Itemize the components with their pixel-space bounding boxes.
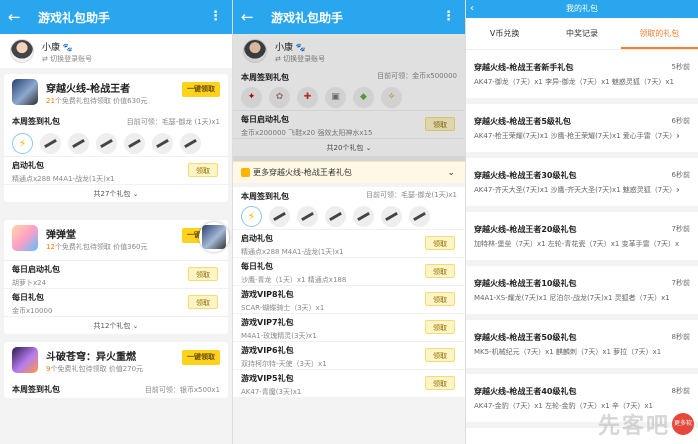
claim-button[interactable]: 领取 [425,320,455,334]
claim-button[interactable]: 领取 [188,295,218,309]
weapon-icon[interactable] [409,205,430,227]
back-arrow-icon[interactable]: ← [241,8,261,26]
switch-account-link[interactable]: ⇄ 切换登录账号 [42,54,92,64]
weapon-icon[interactable] [269,205,290,227]
checkin-header: 本周签到礼包 目前可领：毛瑟-御龙(1天)x1 [241,191,457,201]
claim-button[interactable]: 领取 [425,292,455,306]
more-gifts-bar[interactable]: 更多穿越火线-枪战王者礼包 ⌄ [233,161,465,183]
show-all-gifts[interactable]: 共27个礼包 ⌄ [4,184,228,202]
list-item: 游戏VIP5礼包 AK47-青魔(3天)x1 领取 [233,369,465,397]
watermark-badge: 更多软件 [672,413,694,444]
panel-my-gifts: ‹ 我的礼包 V币兑换 中奖记录 领取的礼包 穿越火线-枪战王者新手礼包 5秒前… [466,0,698,444]
more-menu-icon[interactable]: ⋮ [442,9,455,24]
gift-icon [241,168,250,177]
table-row[interactable]: 穿越火线-枪战王者5级礼包 6秒前 AK47-枪王荣耀(7天)x1 沙鹰-枪王荣… [466,104,698,158]
claim-button[interactable]: 领取 [425,236,455,250]
floating-game-button[interactable] [199,222,229,252]
game-gift-summary: 21个免费礼包待领取 价值630元 [46,97,148,105]
list-item: 游戏VIP8礼包 SCAR-蝴蝶骑士（3天）x1 领取 [233,285,465,313]
page-title: 我的礼包 [566,4,598,13]
weapon-icon[interactable] [297,205,318,227]
table-row[interactable]: 穿越火线-枪战王者30级礼包 6秒前 AK47-齐天大圣(7天)x1 沙鹰-齐天… [466,158,698,212]
chevron-down-icon: ⌄ [132,190,139,198]
checkin-header: 本周签到礼包 目前可领：毛瑟-御龙 (1天)x1 [12,117,220,126]
claim-button[interactable]: 领取 [425,376,455,390]
weapon-icon[interactable] [68,132,89,154]
one-key-claim-button[interactable]: 一键领取 [182,82,220,97]
app-title: 游戏礼包助手 [38,10,111,25]
back-arrow-icon[interactable]: ← [8,8,28,26]
game-gift-summary: 12个免费礼包待领取 价值360元 [46,243,148,251]
weapon-icon[interactable] [152,132,173,154]
tab-bar: V币兑换 中奖记录 领取的礼包 [466,18,698,50]
paw-icon: 🐾 [62,43,73,52]
game-icon [12,347,38,373]
claim-button[interactable]: 领取 [425,264,455,278]
table-row[interactable]: 穿越火线-枪战王者新手礼包 5秒前 AK47-御龙（7天）x1 李异-御龙（7天… [466,50,698,104]
chevron-down-icon: ⌄ [132,322,139,330]
panel-gift-list: ← 游戏礼包助手 ⋮ 小康 🐾 ⇄ 切换登录账号 穿越火线-枪战王者 21个免费… [0,0,232,444]
lightning-icon[interactable]: ⚡ [241,205,262,227]
app-bar: ← 游戏礼包助手 ⋮ [0,0,232,34]
weapon-icon[interactable] [40,132,61,154]
show-all-gifts[interactable]: 共12个礼包 ⌄ [4,316,228,334]
one-key-claim-button[interactable]: 一键领取 [182,350,220,365]
game-name: 穿越火线-枪战王者 [46,84,131,95]
app-bar: ← 游戏礼包助手 ⋮ [233,0,465,34]
game-name: 弹弹堂 [46,230,76,241]
list-item: 启动礼包 精通点x288 M4A1-战龙(1天)x1 领取 [4,156,228,184]
app-bar: ‹ 我的礼包 [466,0,698,18]
game-icon [12,225,38,251]
tab-prize-records[interactable]: 中奖记录 [543,18,620,49]
checkin-items: ⚡ [233,203,465,229]
game-icon [12,79,38,105]
checkin-items: ⚡ [4,130,228,156]
weapon-icon[interactable] [96,132,117,154]
game-name: 斗破苍穹：异火重燃 [46,352,136,363]
weapon-icon[interactable] [353,205,374,227]
dim-overlay [233,34,465,180]
list-item: 每日礼包 金币x10000 领取 [4,288,228,316]
table-row[interactable]: 穿越火线-枪战王者50级礼包 8秒前 MK5-机械纪元（7天）x1 麒麟刺（7天… [466,320,698,374]
avatar[interactable] [10,39,34,63]
game-card-cf: 穿越火线-枪战王者 21个免费礼包待领取 价值630元 一键领取 本周签到礼包目… [4,74,228,202]
lightning-icon[interactable]: ⚡ [12,132,33,154]
claim-button[interactable]: 领取 [188,267,218,281]
table-row[interactable]: 穿越火线-枪战王者20级礼包 7秒前 加特林-堡垒（7天）x1 左轮-青花瓷（7… [466,212,698,266]
weapon-icon[interactable] [325,205,346,227]
tab-claimed-gifts[interactable]: 领取的礼包 [620,18,698,49]
app-title: 游戏礼包助手 [271,10,344,25]
game-card-dpcq: 斗破苍穹：异火重燃 9个免费礼包待领取 价值270元 一键领取 本周签到礼包 目前… [4,342,228,398]
list-item: 启动礼包 精通点x288 M4A1-战龙(1天)x1 领取 [233,229,465,257]
claim-button[interactable]: 领取 [188,163,218,177]
game-card-ddt: 弹弹堂 12个免费礼包待领取 价值360元 一键领取 每日启动礼包 胡萝卜x24… [4,220,228,334]
list-item: 每日礼包 沙鹰-青龙（1天）x1 精通点x188 领取 [233,257,465,285]
weapon-icon[interactable] [381,205,402,227]
more-menu-icon[interactable]: ⋮ [209,9,222,24]
game-gift-summary: 9个免费礼包待领取 价值270元 [46,365,144,373]
panel-game-detail: ← 游戏礼包助手 ⋮ 小康 🐾 ⇄ 切换登录账号 本周签到礼包 目前可领：金币x5… [233,0,465,444]
weapon-icon[interactable] [180,132,201,154]
list-item: 游戏VIP7礼包 M4A1-玫瑰精灵(3天)x1 领取 [233,313,465,341]
checkin-header: 本周签到礼包 目前可领：银币x500x1 [12,385,220,394]
weapon-icon[interactable] [124,132,145,154]
gift-detail-list: 本周签到礼包 目前可领：毛瑟-御龙(1天)x1 ⚡ 启动礼包 精通点x288 M4… [233,187,465,397]
user-header: 小康 🐾 ⇄ 切换登录账号 [0,34,232,68]
claim-button[interactable]: 领取 [425,348,455,362]
list-item: 游戏VIP6礼包 双持柯尔特-天使（3天）x1 领取 [233,341,465,369]
user-name: 小康 🐾 [42,43,73,53]
watermark: 先客吧 更多软件 [597,413,694,444]
chevron-down-icon: ⌄ [447,168,455,178]
back-arrow-icon[interactable]: ‹ [470,0,474,18]
table-row[interactable]: 穿越火线-枪战王者10级礼包 7秒前 M4A1-XS-耀龙(7天)x1 尼泊尔-… [466,266,698,320]
tab-vcoin-exchange[interactable]: V币兑换 [466,18,543,49]
game-icon [202,225,226,249]
list-item: 每日启动礼包 胡萝卜x24 领取 [4,260,228,288]
